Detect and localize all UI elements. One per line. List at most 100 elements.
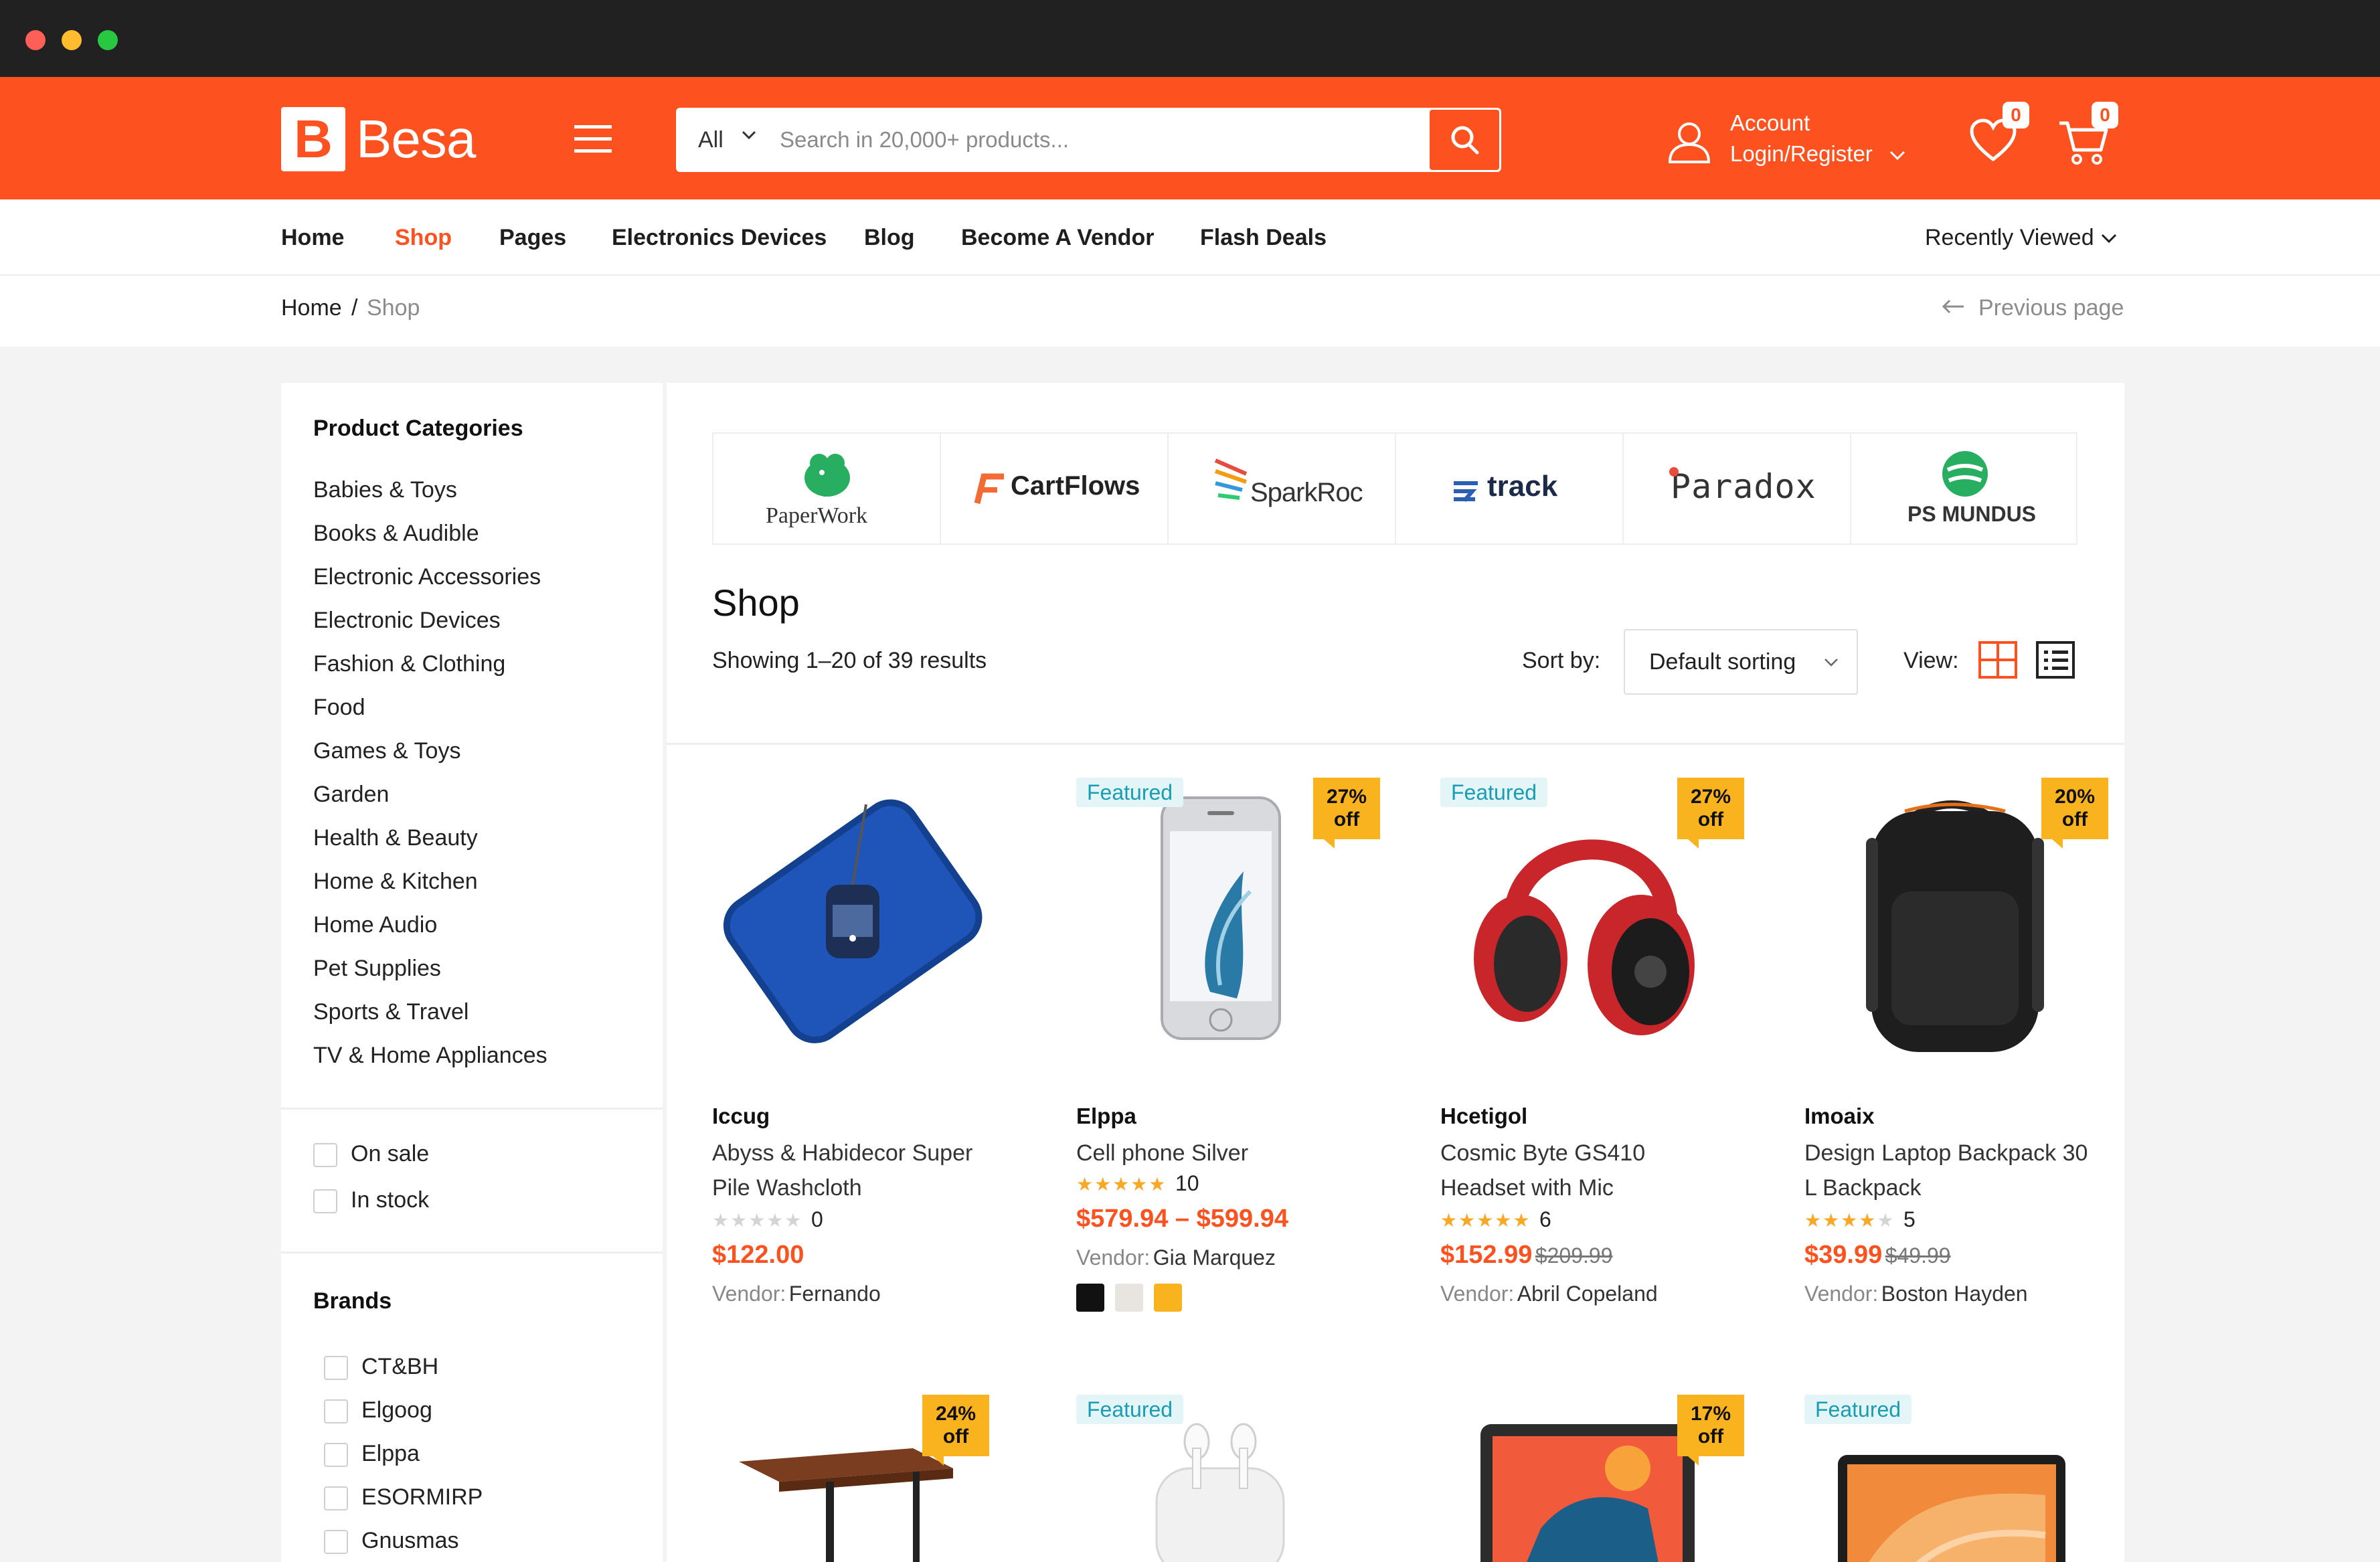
- cart-button[interactable]: 0: [2058, 102, 2118, 166]
- login-register-link[interactable]: Login/Register: [1730, 139, 1873, 169]
- hamburger-menu-icon[interactable]: [574, 124, 612, 155]
- category-link[interactable]: Home & Kitchen: [313, 867, 478, 896]
- brand-logo-track[interactable]: track: [1396, 434, 1624, 543]
- product-title[interactable]: Cosmic Byte GS410 Headset with Mic: [1440, 1136, 1735, 1205]
- nav-item-home[interactable]: Home: [281, 224, 344, 252]
- brand-filter-label[interactable]: Gnusmas: [361, 1526, 459, 1555]
- brand-logo-cartflows[interactable]: CartFlows: [941, 434, 1169, 543]
- vendor-store-link[interactable]: Gia Marquez: [1153, 1245, 1276, 1270]
- close-window-button[interactable]: [25, 30, 46, 50]
- category-link[interactable]: Babies & Toys: [313, 475, 457, 505]
- brand-logo-paradox[interactable]: Paradox: [1624, 434, 1851, 543]
- product-vendor[interactable]: Iccug: [712, 1102, 770, 1130]
- star-rating-icons: ★★★★★: [1440, 1210, 1531, 1231]
- brand-name: CartFlows: [1011, 471, 1140, 501]
- on-sale-label[interactable]: On sale: [351, 1139, 429, 1168]
- brand-logo-sparkroc[interactable]: SparkRoc: [1169, 434, 1396, 543]
- in-stock-checkbox[interactable]: [313, 1189, 337, 1213]
- category-link[interactable]: Books & Audible: [313, 519, 479, 548]
- product-vendor[interactable]: Imoaix: [1804, 1102, 1875, 1130]
- nav-item-pages[interactable]: Pages: [499, 224, 566, 252]
- product-card[interactable]: Iccug Abyss & Habidecor Super Pile Washc…: [712, 778, 1033, 1380]
- brand-name: Paradox: [1671, 467, 1816, 506]
- user-account-icon[interactable]: [1667, 119, 1712, 165]
- color-swatch-white[interactable]: [1115, 1284, 1143, 1312]
- product-card[interactable]: Featured: [1076, 1395, 1397, 1562]
- brand-filter-label[interactable]: ESORMIRP: [361, 1482, 483, 1512]
- category-link[interactable]: Fashion & Clothing: [313, 649, 505, 679]
- product-title[interactable]: Cell phone Silver: [1076, 1136, 1371, 1170]
- discount-label: 24% off: [935, 1403, 976, 1448]
- product-card[interactable]: Featured 27% off Elppa Cell phone Silver …: [1076, 778, 1397, 1380]
- category-link[interactable]: Health & Beauty: [313, 823, 478, 853]
- recently-viewed-dropdown[interactable]: Recently Viewed: [1925, 224, 2094, 252]
- minimize-window-button[interactable]: [62, 30, 82, 50]
- product-vendor[interactable]: Elppa: [1076, 1102, 1136, 1130]
- sort-select[interactable]: Default sorting: [1624, 629, 1858, 695]
- nav-item-flash-deals[interactable]: Flash Deals: [1200, 224, 1327, 252]
- chevron-down-icon[interactable]: [1889, 150, 1906, 162]
- search-input[interactable]: [780, 123, 1382, 157]
- account-label[interactable]: Account: [1730, 108, 1810, 138]
- product-card[interactable]: Featured: [1804, 1395, 2126, 1562]
- color-swatch-black[interactable]: [1076, 1284, 1104, 1312]
- product-vendor-line: Vendor: Boston Hayden: [1804, 1280, 2028, 1308]
- vendor-store-link[interactable]: Fernando: [789, 1282, 881, 1306]
- brand-checkbox[interactable]: [324, 1443, 348, 1467]
- brand-filter-label[interactable]: Elppa: [361, 1439, 420, 1468]
- on-sale-checkbox[interactable]: [313, 1143, 337, 1167]
- nav-item-blog[interactable]: Blog: [864, 224, 915, 252]
- brand-filter-label[interactable]: CT&BH: [361, 1352, 438, 1381]
- product-vendor-line: Vendor: Gia Marquez: [1076, 1243, 1276, 1272]
- list-view-icon[interactable]: [2036, 641, 2075, 679]
- product-card[interactable]: 24% off: [712, 1395, 1033, 1562]
- search-button[interactable]: [1430, 110, 1499, 170]
- product-image[interactable]: [712, 778, 1007, 1059]
- category-link[interactable]: Electronic Accessories: [313, 562, 541, 592]
- breadcrumb: Home / Shop Previous page: [0, 276, 2380, 347]
- breadcrumb-home-link[interactable]: Home: [281, 293, 342, 323]
- brand-logo-ps-mundus[interactable]: PS MUNDUS: [1851, 434, 2079, 543]
- discount-label: 27% off: [1326, 786, 1367, 831]
- brand-checkbox[interactable]: [324, 1356, 348, 1380]
- product-card[interactable]: Featured 27% off Hcetigol Cosmic Byte GS4…: [1440, 778, 1762, 1380]
- previous-page-link[interactable]: Previous page: [1978, 293, 2124, 323]
- logo-text[interactable]: Besa: [356, 106, 476, 173]
- nav-item-shop[interactable]: Shop: [395, 224, 452, 252]
- color-swatch-gold[interactable]: [1154, 1284, 1182, 1312]
- product-title[interactable]: Design Laptop Backpack 30 L Backpack: [1804, 1136, 2099, 1205]
- category-link[interactable]: Home Audio: [313, 910, 437, 940]
- product-vendor[interactable]: Hcetigol: [1440, 1102, 1527, 1130]
- product-price: $39.99: [1804, 1241, 1883, 1269]
- category-link[interactable]: TV & Home Appliances: [313, 1041, 547, 1070]
- maximize-window-button[interactable]: [98, 30, 118, 50]
- product-title[interactable]: Abyss & Habidecor Super Pile Washcloth: [712, 1136, 1007, 1205]
- category-link[interactable]: Garden: [313, 780, 389, 809]
- wishlist-button[interactable]: 0: [1969, 102, 2029, 166]
- brand-checkbox[interactable]: [324, 1530, 348, 1554]
- nav-item-electronics-devices[interactable]: Electronics Devices: [612, 224, 827, 252]
- brand-logo-paperwork[interactable]: PaperWork: [713, 434, 941, 543]
- arrow-left-icon[interactable]: [1941, 298, 1965, 315]
- star-rating-icons: ★★★★★: [1076, 1174, 1167, 1195]
- product-card[interactable]: 17% off: [1440, 1395, 1762, 1562]
- search-category-select[interactable]: All: [698, 110, 724, 170]
- in-stock-label[interactable]: In stock: [351, 1185, 429, 1215]
- category-link[interactable]: Games & Toys: [313, 736, 460, 766]
- category-link[interactable]: Food: [313, 693, 365, 722]
- category-link[interactable]: Sports & Travel: [313, 997, 469, 1027]
- grid-view-icon[interactable]: [1978, 641, 2017, 679]
- logo-mark[interactable]: B: [281, 107, 345, 171]
- chevron-down-icon[interactable]: [2100, 233, 2118, 245]
- vendor-store-link[interactable]: Boston Hayden: [1881, 1282, 2028, 1306]
- vendor-label: Vendor:: [1804, 1282, 1879, 1306]
- brand-checkbox[interactable]: [324, 1486, 348, 1510]
- brand-filter-label[interactable]: Elgoog: [361, 1395, 432, 1425]
- nav-item-become-a-vendor[interactable]: Become A Vendor: [961, 224, 1154, 252]
- category-link[interactable]: Electronic Devices: [313, 606, 501, 635]
- brand-checkbox[interactable]: [324, 1399, 348, 1423]
- product-card[interactable]: 20% off Imoaix Design Laptop Backpack 30 …: [1804, 778, 2126, 1380]
- category-link[interactable]: Pet Supplies: [313, 954, 441, 983]
- sidebar: Product Categories Babies & Toys Books & …: [281, 383, 663, 1562]
- vendor-store-link[interactable]: Abril Copeland: [1517, 1282, 1658, 1306]
